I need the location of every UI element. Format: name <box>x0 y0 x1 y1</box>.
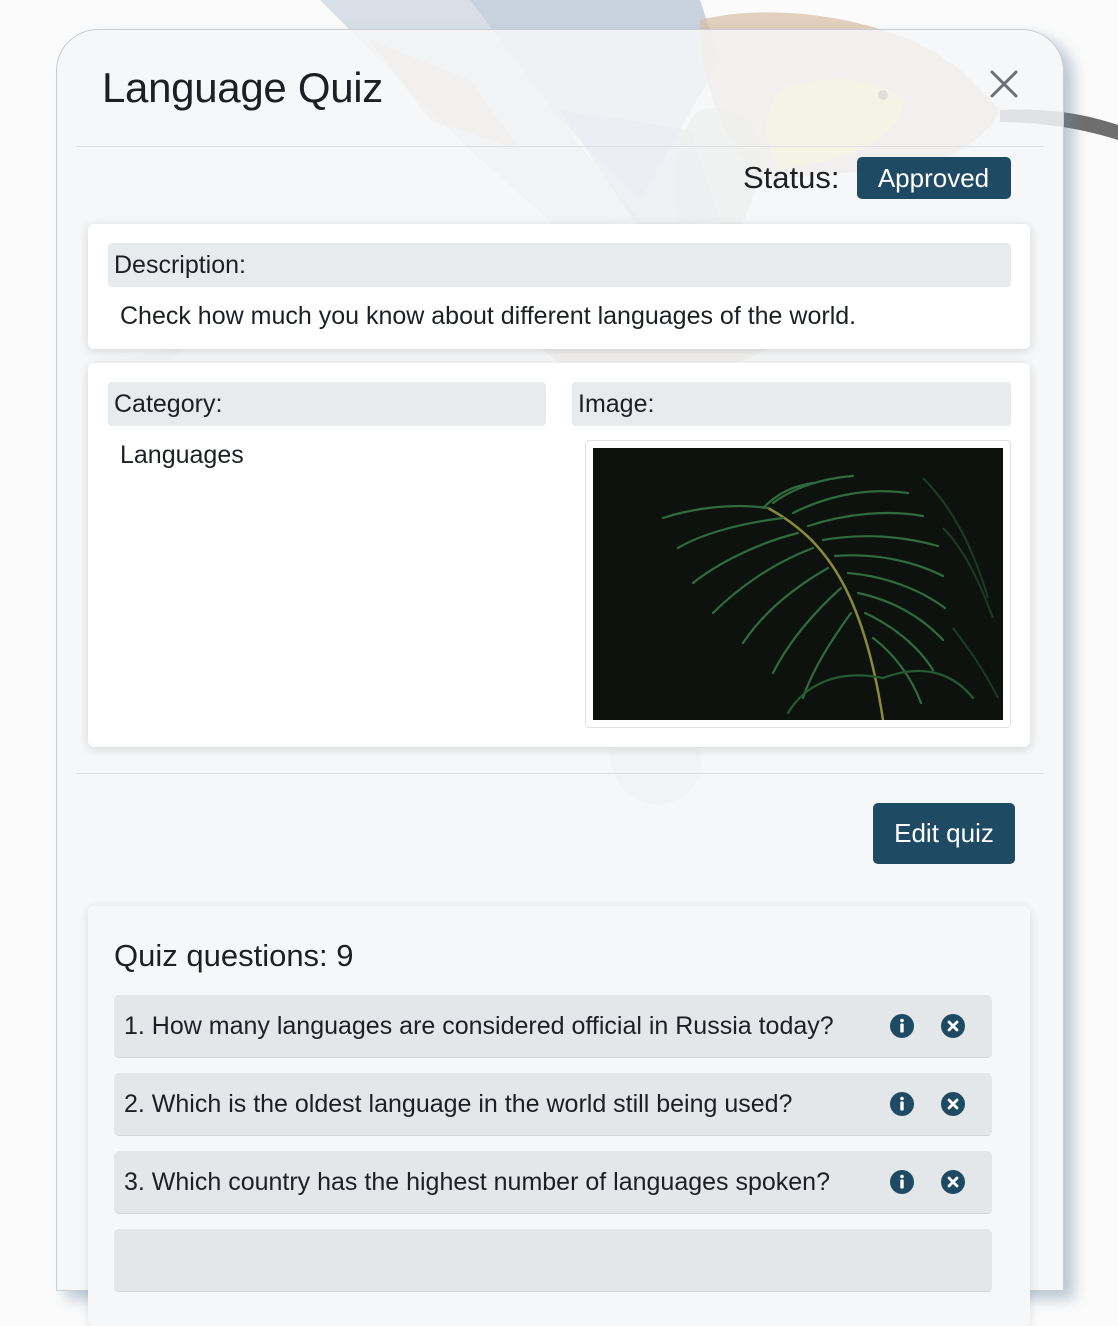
questions-heading: Quiz questions: 9 <box>114 938 354 973</box>
modal-title: Language Quiz <box>102 64 383 111</box>
question-text: 1. How many languages are considered off… <box>124 1012 834 1040</box>
question-item: 3. Which country has the highest number … <box>114 1151 992 1214</box>
delete-icon[interactable] <box>940 1091 966 1117</box>
edit-quiz-button[interactable]: Edit quiz <box>873 803 1015 864</box>
questions-list: 1. How many languages are considered off… <box>114 995 992 1307</box>
image-header: Image: <box>572 382 1011 426</box>
status-badge: Approved <box>856 157 1011 199</box>
header-divider <box>76 146 1044 147</box>
description-header: Description: <box>108 243 1011 287</box>
details-card: Category: Languages Image: <box>88 363 1030 747</box>
question-item <box>114 1229 992 1292</box>
delete-icon[interactable] <box>940 1169 966 1195</box>
actions-divider <box>76 773 1044 774</box>
close-icon <box>990 70 1018 98</box>
question-item: 2. Which is the oldest language in the w… <box>114 1073 992 1136</box>
quiz-image <box>593 448 1003 720</box>
question-text: 2. Which is the oldest language in the w… <box>124 1090 793 1118</box>
category-value: Languages <box>120 441 244 469</box>
image-frame <box>585 440 1011 728</box>
delete-icon[interactable] <box>940 1013 966 1039</box>
description-card: Description: Check how much you know abo… <box>88 224 1030 349</box>
status-label: Status: <box>743 160 840 195</box>
description-text: Check how much you know about different … <box>120 302 857 330</box>
quiz-modal: Language Quiz Status: Approved Descripti… <box>56 29 1064 1326</box>
info-icon[interactable] <box>889 1169 915 1195</box>
status-row: Status: Approved <box>743 157 1011 199</box>
info-icon[interactable] <box>889 1013 915 1039</box>
category-header: Category: <box>108 382 546 426</box>
questions-card: Quiz questions: 9 1. How many languages … <box>88 906 1030 1326</box>
question-item: 1. How many languages are considered off… <box>114 995 992 1058</box>
question-text: 3. Which country has the highest number … <box>124 1168 830 1196</box>
close-button[interactable] <box>986 66 1022 102</box>
info-icon[interactable] <box>889 1091 915 1117</box>
